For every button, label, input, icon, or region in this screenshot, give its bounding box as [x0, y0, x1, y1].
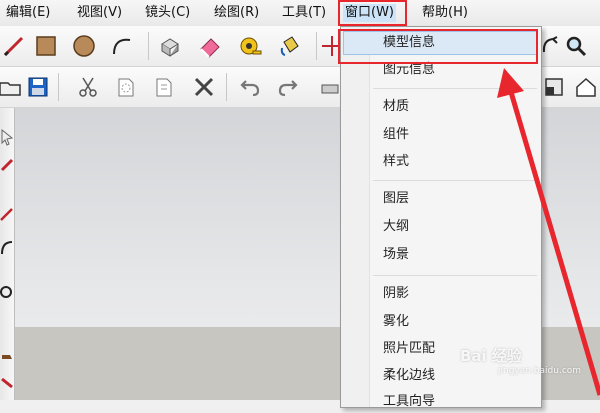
- menu-bar: 编辑(E) 视图(V) 镜头(C) 绘图(R) 工具(T) 窗口(W) 帮助(H…: [0, 0, 600, 27]
- pencil-icon[interactable]: [0, 32, 28, 60]
- paint-icon-left[interactable]: [0, 373, 14, 391]
- left-toolbar: [0, 108, 15, 400]
- menu-item-instructor[interactable]: 工具向导: [383, 391, 435, 413]
- menu-help[interactable]: 帮助(H): [420, 4, 470, 22]
- menu-hover-highlight: [343, 31, 537, 55]
- menu-item-components[interactable]: 组件: [383, 124, 409, 146]
- baidu-watermark: Bai 经验 jingyan.baidu.com: [460, 347, 582, 376]
- menu-item-scenes[interactable]: 场景: [383, 244, 409, 266]
- select-icon[interactable]: [0, 128, 14, 146]
- line-icon[interactable]: [0, 206, 14, 224]
- menu-item-styles[interactable]: 样式: [383, 151, 409, 173]
- rectangle-icon[interactable]: [32, 32, 60, 60]
- walk-icon[interactable]: [0, 343, 14, 361]
- push-pull-icon[interactable]: [156, 32, 184, 60]
- circle-icon[interactable]: [70, 32, 98, 60]
- copy-icon[interactable]: [112, 73, 140, 101]
- menu-item-model-info[interactable]: 模型信息: [383, 32, 435, 54]
- paint-bucket-icon[interactable]: [276, 32, 304, 60]
- menu-item-materials[interactable]: 材质: [383, 96, 409, 118]
- cut-icon[interactable]: [74, 73, 102, 101]
- menu-item-match-photo[interactable]: 照片匹配: [383, 338, 435, 360]
- eraser-icon[interactable]: [196, 32, 224, 60]
- rotate-icon[interactable]: [0, 283, 14, 301]
- undo-icon[interactable]: [236, 73, 264, 101]
- menu-edit[interactable]: 编辑(E): [4, 4, 52, 22]
- menu-item-shadows[interactable]: 阴影: [383, 283, 409, 305]
- menu-item-layers[interactable]: 图层: [383, 188, 409, 210]
- menu-draw[interactable]: 绘图(R): [212, 4, 261, 22]
- menu-item-fog[interactable]: 雾化: [383, 311, 409, 333]
- menu-view[interactable]: 视图(V): [75, 4, 124, 22]
- menu-tools[interactable]: 工具(T): [280, 4, 328, 22]
- menu-window[interactable]: 窗口(W): [343, 4, 396, 22]
- save-icon[interactable]: [24, 73, 52, 101]
- redo-icon[interactable]: [274, 73, 302, 101]
- menu-item-outliner[interactable]: 大纲: [383, 216, 409, 238]
- menu-item-entity-info[interactable]: 图元信息: [383, 59, 435, 81]
- open-folder-icon[interactable]: [0, 73, 24, 101]
- menu-camera[interactable]: 镜头(C): [143, 4, 192, 22]
- print-icon-right[interactable]: [540, 73, 568, 101]
- arc-icon[interactable]: [108, 32, 136, 60]
- delete-icon[interactable]: [190, 73, 218, 101]
- house-icon[interactable]: [572, 73, 600, 101]
- menu-item-soften-edges[interactable]: 柔化边线: [383, 365, 435, 387]
- search-icon[interactable]: [562, 32, 590, 60]
- tape-measure-icon[interactable]: [236, 32, 264, 60]
- arc-icon-left[interactable]: [0, 238, 14, 256]
- paste-icon[interactable]: [150, 73, 178, 101]
- make-component-icon[interactable]: [0, 156, 14, 174]
